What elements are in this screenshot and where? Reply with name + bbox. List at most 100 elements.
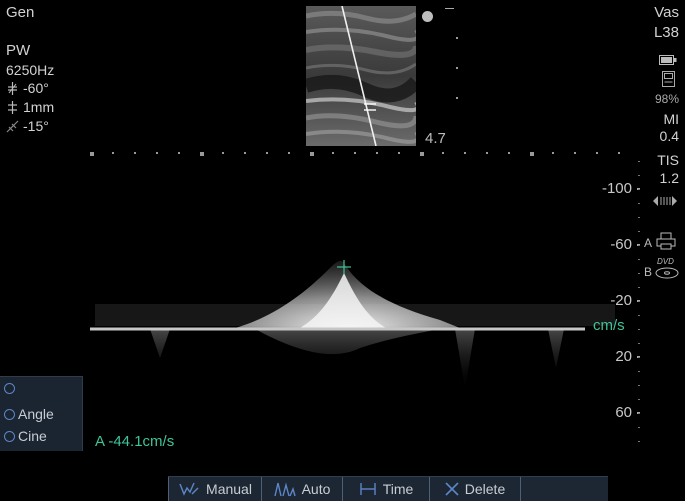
dvd-label: DVD bbox=[657, 257, 674, 266]
velocity-scale-minor-tick bbox=[638, 245, 640, 246]
menu-item-label: Angle bbox=[18, 406, 54, 422]
time-marker-dot bbox=[156, 152, 158, 154]
velocity-scale-minor-tick bbox=[638, 371, 640, 372]
velocity-scale bbox=[637, 161, 640, 442]
storage-icon bbox=[662, 71, 675, 87]
gate-size-value: 1mm bbox=[23, 99, 55, 115]
time-marker-dot bbox=[332, 152, 334, 154]
velocity-scale-minor-tick bbox=[638, 329, 640, 330]
time-marker-dot bbox=[178, 152, 180, 154]
doppler-spectrum[interactable] bbox=[0, 148, 640, 478]
time-marker-dot bbox=[618, 152, 620, 154]
time-caliper-icon bbox=[360, 483, 376, 495]
mi-value: 0.4 bbox=[659, 128, 679, 144]
time-marker-dot bbox=[464, 152, 466, 154]
time-marker-dot bbox=[530, 152, 534, 156]
velocity-scale-minor-tick bbox=[638, 203, 640, 204]
mode-label: Gen bbox=[6, 4, 35, 21]
time-marker-dot bbox=[486, 152, 488, 154]
velocity-scale-minor-tick bbox=[638, 315, 640, 316]
auto-trace-button[interactable]: Auto bbox=[261, 477, 342, 501]
prf-value: 6250Hz bbox=[6, 62, 55, 78]
menu-item-blank[interactable] bbox=[4, 383, 18, 394]
velocity-scale-minor-tick bbox=[638, 287, 640, 288]
time-marker-dot bbox=[596, 152, 598, 154]
print-b-label: B bbox=[644, 265, 653, 279]
velocity-unit: cm/s bbox=[593, 317, 625, 334]
manual-trace-button[interactable]: Manual bbox=[168, 477, 261, 501]
depth-scale-dot bbox=[456, 37, 458, 39]
time-marker-dot bbox=[420, 152, 424, 156]
focus-marker bbox=[422, 11, 433, 22]
time-marker-dot bbox=[200, 152, 204, 156]
velocity-scale-minor-tick bbox=[638, 399, 640, 400]
velocity-scale-label: 20 bbox=[615, 348, 632, 365]
tis-label: TIS bbox=[657, 152, 679, 168]
time-marker-row bbox=[90, 152, 620, 156]
menu-item-label: Cine bbox=[18, 428, 47, 444]
probe-name: L38 bbox=[653, 24, 679, 41]
time-marker-dot bbox=[310, 152, 314, 156]
printer-icon[interactable] bbox=[656, 232, 676, 250]
menu-item-cine[interactable]: Cine bbox=[4, 428, 47, 444]
angle-value: -60° bbox=[23, 80, 49, 96]
time-marker-dot bbox=[442, 152, 444, 154]
velocity-scale-label: -100 bbox=[601, 180, 632, 197]
velocity-measurement: A -44.1cm/s bbox=[95, 433, 175, 450]
time-marker-dot bbox=[508, 152, 510, 154]
measurement-toolbar: Manual Auto Time Delete bbox=[168, 476, 608, 501]
time-marker-dot bbox=[574, 152, 576, 154]
battery-icon bbox=[659, 52, 677, 65]
velocity-scale-minor-tick bbox=[638, 161, 640, 162]
steer-icon bbox=[6, 120, 19, 133]
storage-percent: 98% bbox=[654, 92, 679, 106]
mi-label: MI bbox=[663, 111, 679, 127]
time-marker-dot bbox=[244, 152, 246, 154]
time-marker-dot bbox=[222, 152, 224, 154]
velocity-scale-minor-tick bbox=[638, 441, 640, 442]
velocity-scale-minor-tick bbox=[638, 385, 640, 386]
auto-trace-icon bbox=[273, 482, 296, 497]
time-marker-dot bbox=[398, 152, 400, 154]
time-marker-dot bbox=[288, 152, 290, 154]
velocity-scale-minor-tick bbox=[638, 357, 640, 358]
pw-mode-label: PW bbox=[6, 42, 31, 59]
angle-correct-icon bbox=[6, 81, 19, 95]
velocity-scale-label: 60 bbox=[615, 404, 632, 421]
velocity-scale-minor-tick bbox=[638, 343, 640, 344]
velocity-scale-label: -60 bbox=[610, 236, 632, 253]
depth-value: 4.7 bbox=[425, 130, 446, 147]
velocity-scale-minor-tick bbox=[638, 217, 640, 218]
velocity-scale-minor-tick bbox=[638, 231, 640, 232]
velocity-scale-minor-tick bbox=[638, 301, 640, 302]
time-marker-dot bbox=[552, 152, 554, 154]
delete-x-icon bbox=[445, 482, 459, 496]
time-marker-dot bbox=[266, 152, 268, 154]
steer-angle-row: -15° bbox=[6, 119, 49, 133]
toolbar-spacer bbox=[520, 477, 608, 501]
velocity-scale-minor-tick bbox=[638, 273, 640, 274]
time-marker-dot bbox=[376, 152, 378, 154]
print-a-label: A bbox=[644, 236, 653, 250]
velocity-scale-minor-tick bbox=[638, 175, 640, 176]
angle-correction-row: -60° bbox=[6, 81, 49, 95]
velocity-scale-minor-tick bbox=[638, 259, 640, 260]
time-marker-dot bbox=[134, 152, 136, 154]
time-button[interactable]: Time bbox=[342, 477, 429, 501]
menu-item-angle[interactable]: Angle bbox=[4, 406, 54, 422]
knob-icon bbox=[4, 408, 15, 420]
velocity-scale-label: -20 bbox=[610, 292, 632, 309]
steer-value: -15° bbox=[23, 118, 49, 134]
gate-size-icon bbox=[6, 100, 19, 114]
gate-size-row: 1mm bbox=[6, 100, 54, 114]
sweep-speed-icon[interactable] bbox=[653, 194, 677, 206]
manual-trace-icon bbox=[179, 482, 199, 496]
depth-scale-dot bbox=[456, 97, 458, 99]
knob-icon bbox=[4, 430, 15, 442]
bmode-image[interactable] bbox=[306, 6, 416, 146]
delete-button[interactable]: Delete bbox=[429, 477, 520, 501]
velocity-scale-minor-tick bbox=[638, 427, 640, 428]
tis-value: 1.2 bbox=[659, 170, 679, 186]
knob-icon bbox=[4, 383, 15, 394]
depth-scale-dot bbox=[456, 67, 458, 69]
